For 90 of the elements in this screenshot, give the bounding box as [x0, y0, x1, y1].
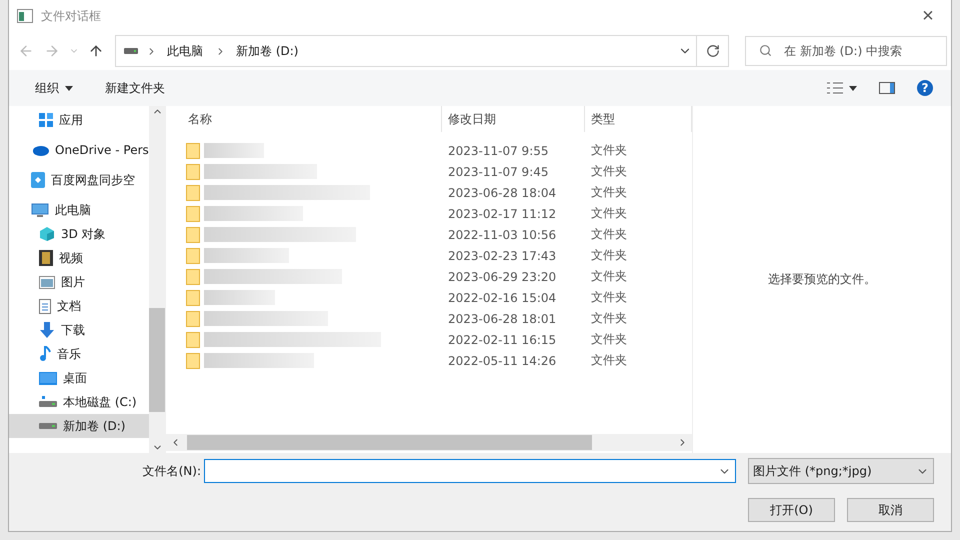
table-cell-text: 文件夹 [590, 184, 628, 201]
sidebar-item[interactable]: 文档 [9, 294, 149, 318]
address-bar[interactable]: 此电脑 新加卷 (D:) [115, 35, 729, 67]
close-button[interactable]: × [913, 2, 943, 30]
column-header[interactable]: 类型 [585, 106, 692, 132]
scrollbar[interactable] [149, 106, 165, 453]
music-note-icon [39, 346, 51, 362]
computer-icon [31, 203, 49, 217]
cube-icon [39, 226, 55, 242]
breadcrumb[interactable]: 此电脑 [163, 42, 207, 60]
table-cell-text: 2023-06-28 18:01 [447, 312, 558, 326]
cloud-icon [31, 144, 49, 156]
sidebar-item[interactable]: 音乐 [9, 342, 149, 366]
arrow-right-icon [44, 43, 60, 59]
table-cell-text: 2022-02-11 16:15 [447, 332, 558, 346]
folder-icon [186, 206, 200, 222]
sidebar-item[interactable]: 视频 [9, 246, 149, 270]
table-cell-text: 2023-11-07 9:55 [447, 144, 550, 158]
breadcrumb[interactable]: 新加卷 (D:) [232, 42, 302, 60]
sidebar-item[interactable]: 3D 对象 [9, 222, 149, 246]
sidebar-item[interactable]: 图片 [9, 270, 149, 294]
drive-icon [39, 396, 57, 408]
filename-field[interactable] [204, 459, 736, 483]
sidebar-item[interactable]: OneDrive - Pers [9, 138, 149, 162]
window-title: 文件对话框 [41, 8, 102, 24]
sidebar-item[interactable]: 本地磁盘 (C:) [9, 390, 149, 414]
film-icon [39, 250, 53, 266]
folder-icon [186, 290, 200, 306]
table-cell-text: 文件夹 [590, 310, 628, 327]
cancel-button[interactable]: 取消 [847, 498, 934, 522]
desktop-icon [39, 372, 57, 384]
table-cell-text: 文件夹 [590, 226, 628, 243]
folder-icon [186, 332, 200, 348]
blurred-name [204, 290, 275, 305]
search-field[interactable]: 在 新加卷 (D:) 中搜索 [745, 36, 947, 66]
table-cell-text: 文件夹 [590, 163, 628, 180]
table-cell-text: 2023-06-29 23:20 [447, 270, 558, 284]
table-cell-text: 文件夹 [590, 142, 628, 159]
open-button[interactable]: 打开(O) [748, 498, 835, 522]
folder-icon [186, 142, 200, 158]
file-type-dropdown[interactable]: 图片文件 (*png;*jpg) [748, 458, 934, 484]
document-icon [39, 298, 51, 314]
folder-icon [186, 164, 200, 180]
blurred-name [204, 143, 264, 158]
cloud-drive-icon [31, 172, 45, 188]
sidebar-item[interactable]: 下载 [9, 318, 149, 342]
window-icon [17, 9, 33, 23]
table-cell-text: 文件夹 [590, 205, 628, 222]
folder-icon [186, 268, 200, 284]
organize-menu-button[interactable]: 组织 [27, 74, 81, 102]
help-button[interactable]: ? [909, 74, 941, 102]
caret-down-icon [65, 86, 73, 90]
table-cell-text: 文件夹 [590, 268, 628, 285]
new-folder-button[interactable]: 新建文件夹 [97, 74, 173, 102]
sidebar-item[interactable]: 应用 [9, 108, 149, 132]
drive-icon [39, 422, 57, 430]
table-cell-text: 2023-06-28 18:04 [447, 186, 558, 200]
table-cell-text: 2023-11-07 9:45 [447, 164, 550, 178]
column-header[interactable]: 修改日期 [442, 106, 585, 132]
column-header[interactable]: 名称 [186, 106, 442, 132]
pane-icon [879, 82, 895, 94]
table-cell-text: 文件夹 [590, 247, 628, 264]
table-cell-text: 2022-02-16 15:04 [447, 290, 558, 304]
preview-message: 选择要预览的文件。 [768, 271, 876, 288]
caret-down-icon [849, 86, 857, 90]
table-cell-text: 文件夹 [590, 352, 628, 369]
search-icon [759, 44, 772, 57]
drive-icon [124, 47, 138, 55]
sidebar-item[interactable]: 百度网盘同步空 [9, 168, 149, 192]
folder-icon [186, 226, 200, 242]
apps-icon [39, 113, 53, 127]
table-cell-text: 2023-02-23 17:43 [447, 248, 558, 262]
details-view-icon [827, 82, 843, 94]
table-cell-text: 2022-11-03 10:56 [447, 228, 558, 242]
folder-icon [186, 184, 200, 200]
folder-icon [186, 248, 200, 264]
table-cell-text: 2022-05-11 14:26 [447, 354, 558, 368]
folder-icon [186, 352, 200, 368]
filename-label: 文件名(N): [142, 462, 201, 480]
folder-icon [186, 310, 200, 326]
table-cell-text: 文件夹 [590, 289, 628, 306]
table-cell-text: 文件夹 [590, 331, 628, 348]
scrollbar[interactable] [166, 434, 692, 451]
refresh-icon [706, 44, 720, 58]
sidebar-item[interactable]: 桌面 [9, 366, 149, 390]
sidebar-item[interactable]: 此电脑 [9, 198, 149, 222]
download-arrow-icon [39, 322, 55, 338]
sidebar-item[interactable]: 新加卷 (D:) [9, 414, 149, 438]
table-cell-text: 2023-02-17 11:12 [447, 206, 558, 220]
picture-icon [39, 276, 55, 288]
